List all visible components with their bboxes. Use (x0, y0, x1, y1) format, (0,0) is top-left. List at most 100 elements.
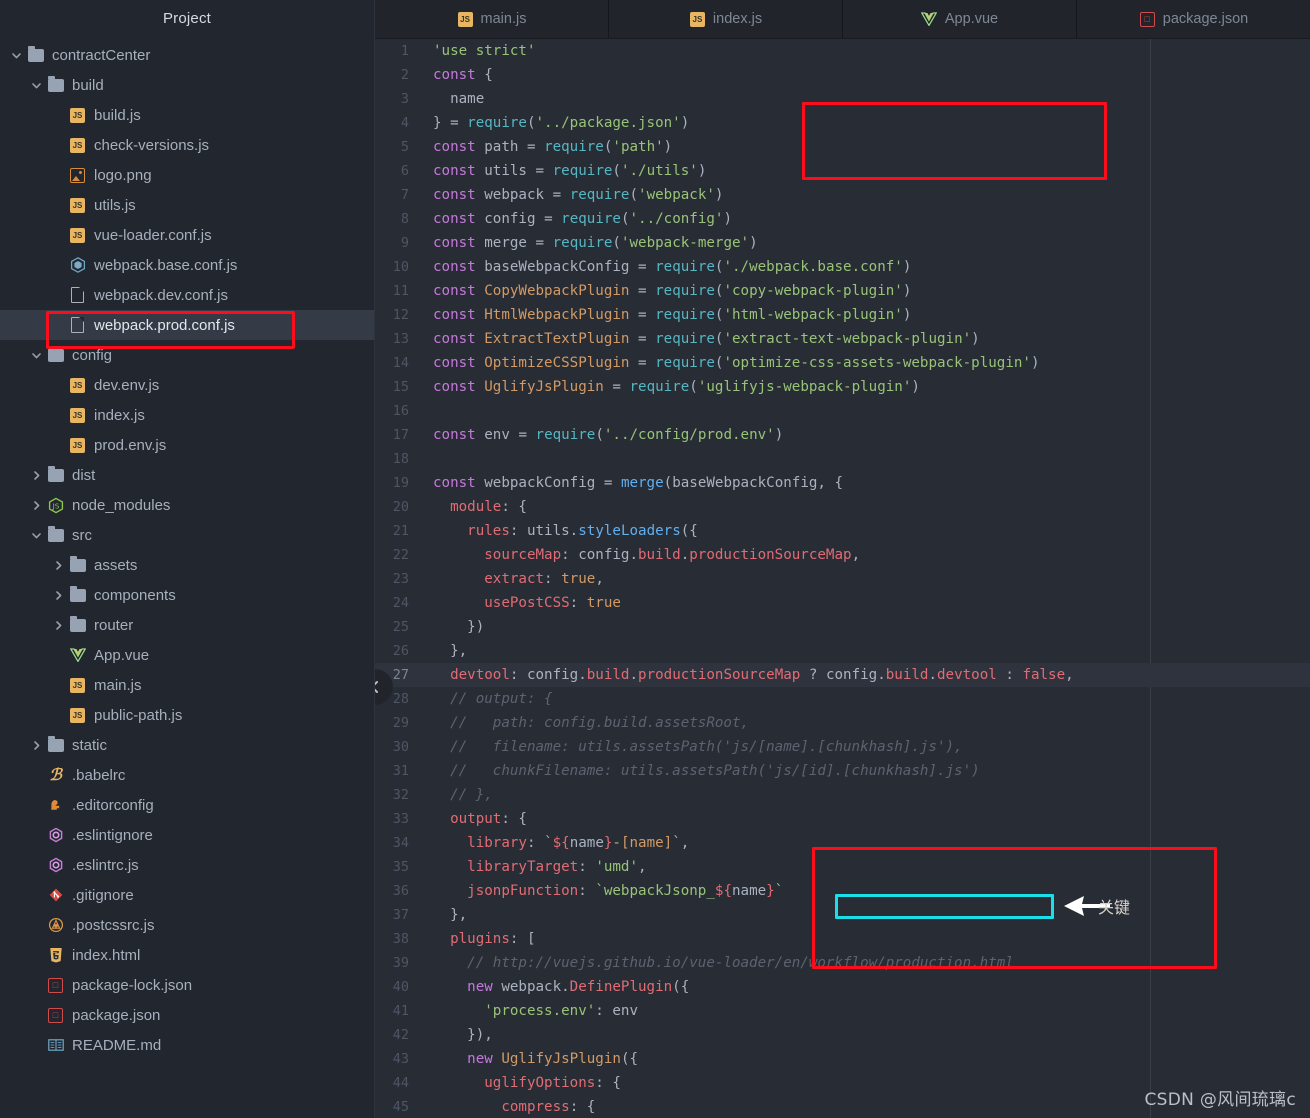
code-line[interactable]: 41 'process.env': env (375, 999, 1310, 1023)
tree-item[interactable]: .gitignore (0, 880, 374, 910)
tree-item[interactable]: .postcssrc.js (0, 910, 374, 940)
code-line-text: const webpack = require('webpack') (421, 183, 723, 207)
code-line[interactable]: 8 const config = require('../config') (375, 207, 1310, 231)
code-line[interactable]: 31 // chunkFilename: utils.assetsPath('j… (375, 759, 1310, 783)
tree-item[interactable]: index.html (0, 940, 374, 970)
code-line[interactable]: 33 output: { (375, 807, 1310, 831)
code-line[interactable]: 3 name (375, 87, 1310, 111)
tree-item[interactable]: static (0, 730, 374, 760)
tree-item[interactable]: dist (0, 460, 374, 490)
code-line[interactable]: 6 const utils = require('./utils') (375, 159, 1310, 183)
code-lines[interactable]: 1'use strict' 2 const {3 name 4} = require(… (375, 39, 1310, 1118)
code-token: ) (902, 283, 912, 299)
tree-item[interactable]: logo.png (0, 160, 374, 190)
chevron-down-icon[interactable] (10, 49, 23, 62)
code-line[interactable]: 35 libraryTarget: 'umd', (375, 855, 1310, 879)
code-token: require (655, 307, 715, 323)
tree-item[interactable]: □ package.json (0, 1000, 374, 1030)
code-line[interactable]: 27 devtool: config.build.productionSourc… (375, 663, 1310, 687)
code-line[interactable]: 2 const { (375, 63, 1310, 87)
code-line[interactable]: 40 new webpack.DefinePlugin({ (375, 975, 1310, 999)
tree-item[interactable]: JS dev.env.js (0, 370, 374, 400)
code-line[interactable]: 7 const webpack = require('webpack') (375, 183, 1310, 207)
code-line[interactable]: 17 const env = require('../config/prod.en… (375, 423, 1310, 447)
code-line[interactable]: 42 }), (375, 1023, 1310, 1047)
tree-item[interactable]: JS public-path.js (0, 700, 374, 730)
code-line[interactable]: 34 library: `${name}-[name]`, (375, 831, 1310, 855)
code-line[interactable]: 24 usePostCSS: true (375, 591, 1310, 615)
tree-item[interactable]: webpack.dev.conf.js (0, 280, 374, 310)
chevron-down-icon[interactable] (30, 79, 43, 92)
tree-item[interactable]: .eslintignore (0, 820, 374, 850)
code-line[interactable]: 20 module: { (375, 495, 1310, 519)
tree-item[interactable]: JS prod.env.js (0, 430, 374, 460)
tree-item[interactable]: JS utils.js (0, 190, 374, 220)
editor-tab-bar[interactable]: JS main.js JS index.js App.vue □ package.json (375, 0, 1310, 39)
code-line[interactable]: 39 // http://vuejs.github.io/vue-loader/… (375, 951, 1310, 975)
tree-item[interactable]: App.vue (0, 640, 374, 670)
code-line[interactable]: 15 const UglifyJsPlugin = require('uglify… (375, 375, 1310, 399)
code-line[interactable]: 30 // filename: utils.assetsPath('js/[na… (375, 735, 1310, 759)
code-line[interactable]: 23 extract: true, (375, 567, 1310, 591)
tree-item[interactable]: components (0, 580, 374, 610)
code-line[interactable]: 16 (375, 399, 1310, 423)
tree-item[interactable]: src (0, 520, 374, 550)
code-line[interactable]: 19 const webpackConfig = merge(baseWebpac… (375, 471, 1310, 495)
html5-icon (47, 947, 64, 964)
chevron-right-icon[interactable] (52, 619, 65, 632)
chevron-down-icon[interactable] (30, 529, 43, 542)
code-line[interactable]: 26 }, (375, 639, 1310, 663)
editor-tab[interactable]: □ package.json (1077, 0, 1310, 38)
tree-item[interactable]: webpack.prod.conf.js (0, 310, 374, 340)
tree-item[interactable]: JS node_modules (0, 490, 374, 520)
code-line[interactable]: 25 }) (375, 615, 1310, 639)
tree-item[interactable]: contractCenter (0, 40, 374, 70)
code-line[interactable]: 11 const CopyWebpackPlugin = require('cop… (375, 279, 1310, 303)
chevron-right-icon[interactable] (30, 739, 43, 752)
code-line[interactable]: 4} = require('../package.json') (375, 111, 1310, 135)
project-file-tree[interactable]: contractCenter build JS build.js JS check-ver… (0, 38, 374, 1060)
code-line[interactable]: 32 // }, (375, 783, 1310, 807)
tree-item[interactable]: JS vue-loader.conf.js (0, 220, 374, 250)
code-line[interactable]: 38 plugins: [ (375, 927, 1310, 951)
code-line[interactable]: 21 rules: utils.styleLoaders({ (375, 519, 1310, 543)
code-line[interactable]: 12 const HtmlWebpackPlugin = require('htm… (375, 303, 1310, 327)
editor-tab[interactable]: JS index.js (609, 0, 843, 38)
code-line[interactable]: 9 const merge = require('webpack-merge') (375, 231, 1310, 255)
code-viewport[interactable]: 1'use strict' 2 const {3 name 4} = require(… (375, 39, 1310, 1118)
tree-item[interactable]: JS build.js (0, 100, 374, 130)
tree-item[interactable]: webpack.base.conf.js (0, 250, 374, 280)
editor-tab[interactable]: JS main.js (375, 0, 609, 38)
tree-item[interactable]: □ package-lock.json (0, 970, 374, 1000)
code-line[interactable]: 18 (375, 447, 1310, 471)
tree-item[interactable]: JS index.js (0, 400, 374, 430)
code-line[interactable]: 29 // path: config.build.assetsRoot, (375, 711, 1310, 735)
code-line[interactable]: 28 // output: { (375, 687, 1310, 711)
code-line[interactable]: 37 }, (375, 903, 1310, 927)
code-line[interactable]: 36 jsonpFunction: `webpackJsonp_${name}` (375, 879, 1310, 903)
tree-item[interactable]: assets (0, 550, 374, 580)
tree-item[interactable]: build (0, 70, 374, 100)
tree-item[interactable]: JS main.js (0, 670, 374, 700)
chevron-right-icon[interactable] (52, 589, 65, 602)
code-line[interactable]: 13 const ExtractTextPlugin = require('ext… (375, 327, 1310, 351)
tree-item[interactable]: JS check-versions.js (0, 130, 374, 160)
code-line[interactable]: 14 const OptimizeCSSPlugin = require('opt… (375, 351, 1310, 375)
tree-item[interactable]: .eslintrc.js (0, 850, 374, 880)
code-line[interactable]: 22 sourceMap: config.build.productionSou… (375, 543, 1310, 567)
code-line[interactable]: 10 const baseWebpackConfig = require('./w… (375, 255, 1310, 279)
code-token: const (433, 427, 476, 443)
chevron-right-icon[interactable] (30, 469, 43, 482)
editor-tab[interactable]: App.vue (843, 0, 1077, 38)
tree-item[interactable]: ℬ .babelrc (0, 760, 374, 790)
code-line[interactable]: 5 const path = require('path') (375, 135, 1310, 159)
code-line[interactable]: 1 'use strict' (375, 39, 1310, 63)
tree-item[interactable]: README.md (0, 1030, 374, 1060)
code-line[interactable]: 43 new UglifyJsPlugin({ (375, 1047, 1310, 1071)
tree-item[interactable]: router (0, 610, 374, 640)
tree-item[interactable]: config (0, 340, 374, 370)
chevron-right-icon[interactable] (52, 559, 65, 572)
tree-item[interactable]: .editorconfig (0, 790, 374, 820)
chevron-right-icon[interactable] (30, 499, 43, 512)
chevron-down-icon[interactable] (30, 349, 43, 362)
